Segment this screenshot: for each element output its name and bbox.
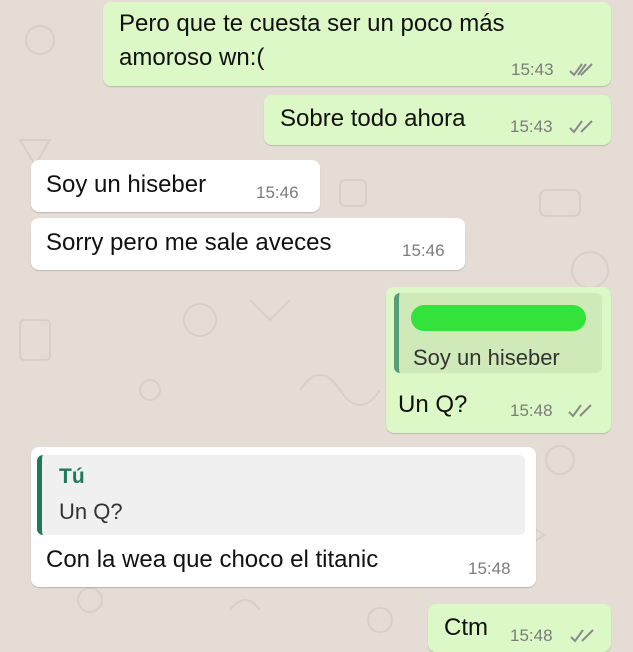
message-time: 15:46 [256, 183, 299, 202]
message-text: amoroso wn:( [119, 44, 265, 71]
message-time: 15:46 [402, 241, 445, 260]
message-bubble-incoming[interactable]: Sorry pero me sale aveces 15:46 [31, 218, 465, 270]
message-bubble-outgoing[interactable]: Sobre todo ahora 15:43 [264, 95, 611, 145]
quoted-message[interactable]: Tú Un Q? [37, 455, 525, 535]
double-check-icon [568, 404, 592, 418]
double-check-icon [570, 629, 594, 643]
message-text: Sorry pero me sale aveces [46, 229, 332, 256]
message-text: Sobre todo ahora [280, 105, 466, 132]
message-text: Ctm [444, 614, 488, 641]
message-text: Soy un hiseber [46, 171, 207, 198]
message-text: Pero que te cuesta ser un poco más [119, 10, 505, 37]
message-time: 15:48 [510, 626, 553, 645]
quoted-text: Soy un hiseber [413, 345, 560, 370]
quoted-text: Un Q? [59, 499, 123, 524]
redacted-author-name [411, 305, 586, 331]
message-bubble-incoming[interactable]: Tú Un Q? Con la wea que choco el titanic… [31, 447, 536, 587]
message-time: 15:43 [511, 60, 554, 79]
message-bubble-outgoing[interactable]: Soy un hiseber Un Q? 15:48 [386, 287, 611, 433]
message-time: 15:48 [468, 559, 511, 578]
message-bubble-outgoing[interactable]: Ctm 15:48 [428, 604, 611, 652]
message-time: 15:43 [510, 117, 553, 136]
message-time: 15:48 [510, 401, 553, 420]
message-text: Con la wea que choco el titanic [46, 546, 379, 573]
double-check-icon [569, 63, 593, 77]
quoted-author: Tú [59, 465, 85, 488]
message-bubble-outgoing[interactable]: Pero que te cuesta ser un poco más amoro… [103, 2, 611, 86]
quoted-message[interactable]: Soy un hiseber [394, 293, 602, 373]
message-text: Un Q? [398, 391, 468, 418]
message-bubble-incoming[interactable]: Soy un hiseber 15:46 [31, 160, 320, 212]
double-check-icon [569, 120, 593, 134]
